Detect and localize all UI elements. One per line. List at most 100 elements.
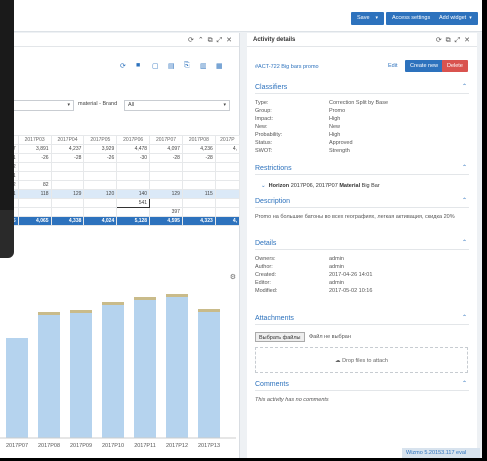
add-widget-button[interactable]: Add widget ▾: [433, 12, 478, 25]
table-row[interactable]: 92: [0, 162, 241, 172]
column-header[interactable]: 2017P: [214, 135, 241, 145]
table-cell[interactable]: [50, 162, 85, 172]
classifiers-section[interactable]: Classifiers ⌃: [255, 82, 469, 94]
panel-controls[interactable]: ⟳ ⧉ ⤢ ✕: [436, 36, 471, 45]
bar[interactable]: [198, 309, 220, 312]
table-cell[interactable]: [149, 162, 183, 172]
table-row[interactable]: 131118129120140129115: [0, 189, 241, 199]
table-cell[interactable]: [181, 198, 216, 208]
choose-file-button[interactable]: Выбрать файлы: [255, 332, 305, 342]
table-cell[interactable]: [149, 198, 183, 208]
square-icon[interactable]: ■: [136, 62, 140, 69]
chevron-up-icon[interactable]: ⌃: [462, 380, 467, 387]
bar[interactable]: [70, 310, 92, 313]
table-cell[interactable]: [83, 180, 118, 190]
chevron-up-icon[interactable]: ⌃: [462, 314, 467, 321]
table-cell[interactable]: [214, 162, 241, 172]
chevron-down-icon[interactable]: ▾: [376, 15, 379, 21]
column-header[interactable]: 2017P08: [181, 135, 216, 145]
table-cell[interactable]: [83, 171, 118, 181]
chevron-up-icon[interactable]: ⌃: [462, 83, 467, 90]
bar[interactable]: [38, 312, 60, 315]
bar[interactable]: [70, 313, 92, 438]
table-cell[interactable]: [214, 198, 241, 208]
edit-button[interactable]: Edit: [383, 60, 402, 72]
access-settings-button[interactable]: Access settings: [386, 12, 437, 25]
table-cell[interactable]: 118: [17, 189, 52, 199]
refresh-icon[interactable]: ⟳: [120, 62, 126, 70]
chevron-up-icon[interactable]: ⌃: [462, 197, 467, 204]
table-row[interactable]: -31-26-28-26-30-28-28: [0, 153, 241, 163]
table-cell[interactable]: -26: [17, 153, 52, 163]
table-cell[interactable]: [17, 171, 52, 181]
table-cell[interactable]: [149, 171, 183, 181]
column-header[interactable]: 2017P05: [83, 135, 118, 145]
bar[interactable]: [102, 305, 124, 438]
column-header[interactable]: 2017P07: [149, 135, 183, 145]
chart-icon[interactable]: ▥: [200, 62, 207, 70]
bar[interactable]: [6, 338, 28, 438]
copy-icon[interactable]: ▢: [152, 62, 159, 70]
table-cell[interactable]: 4,: [214, 144, 241, 154]
column-header[interactable]: 2017P04: [50, 135, 85, 145]
table-cell[interactable]: 3,929: [83, 144, 118, 154]
grid-icon[interactable]: ▦: [216, 62, 223, 70]
bar[interactable]: [166, 297, 188, 438]
bar[interactable]: [38, 315, 60, 438]
table-cell[interactable]: 4,236: [181, 144, 216, 154]
table-row[interactable]: 3673,8914,2373,9294,4784,0974,2364,: [0, 144, 241, 154]
table-cell[interactable]: 4,237: [50, 144, 85, 154]
table-cell[interactable]: 115: [181, 189, 216, 199]
bar[interactable]: [134, 297, 156, 300]
table-cell[interactable]: 140: [116, 189, 151, 199]
table-cell[interactable]: 4,478: [116, 144, 151, 154]
document-icon[interactable]: ▤: [168, 62, 175, 70]
table-cell[interactable]: -28: [50, 153, 85, 163]
comments-section[interactable]: Comments ⌃: [255, 379, 469, 391]
table-cell[interactable]: [181, 171, 216, 181]
bar[interactable]: [102, 302, 124, 305]
settings-icon[interactable]: ⚙: [230, 273, 236, 281]
table-cell[interactable]: 541: [116, 198, 151, 208]
table-row[interactable]: 541: [0, 198, 241, 208]
table-cell[interactable]: 397: [149, 207, 183, 217]
save-button[interactable]: Save ▾: [351, 12, 385, 25]
table-cell[interactable]: [149, 180, 183, 190]
attachments-section[interactable]: Attachments ⌃: [255, 313, 469, 325]
chevron-up-icon[interactable]: ⌃: [462, 239, 467, 246]
table-cell[interactable]: [181, 180, 216, 190]
panel-controls[interactable]: ⟳ ⌃ ⧉ ⤢ ✕: [188, 36, 233, 45]
column-header[interactable]: 2017P06: [116, 135, 151, 145]
details-section[interactable]: Details ⌃: [255, 238, 469, 250]
filter-material-select[interactable]: All ▾: [124, 100, 230, 111]
table-cell[interactable]: -28: [181, 153, 216, 163]
table-row[interactable]: 8282: [0, 180, 241, 190]
create-new-button[interactable]: Create new: [405, 60, 444, 72]
table-cell[interactable]: [214, 189, 241, 199]
table-cell[interactable]: [50, 198, 85, 208]
table-cell[interactable]: -28: [149, 153, 183, 163]
table-cell[interactable]: [83, 198, 118, 208]
table-cell[interactable]: [181, 207, 216, 217]
chevron-up-icon[interactable]: ⌃: [462, 164, 467, 171]
drop-zone[interactable]: ☁ Drop files to attach: [255, 347, 468, 373]
table-cell[interactable]: [83, 162, 118, 172]
table-cell[interactable]: 4,097: [149, 144, 183, 154]
table-cell[interactable]: [116, 171, 151, 181]
table-cell[interactable]: 129: [50, 189, 85, 199]
table-cell[interactable]: -26: [83, 153, 118, 163]
table-cell[interactable]: [214, 207, 241, 217]
table-cell[interactable]: [181, 162, 216, 172]
table-cell[interactable]: -30: [116, 153, 151, 163]
table-cell[interactable]: [214, 153, 241, 163]
table-cell[interactable]: [116, 180, 151, 190]
table-cell[interactable]: [214, 171, 241, 181]
table-cell[interactable]: [50, 207, 85, 217]
table-cell[interactable]: [116, 162, 151, 172]
table-cell[interactable]: 82: [17, 180, 52, 190]
bar[interactable]: [198, 312, 220, 438]
table-cell[interactable]: [17, 198, 52, 208]
table-cell[interactable]: 129: [149, 189, 183, 199]
bar[interactable]: [166, 294, 188, 297]
description-section[interactable]: Description ⌃: [255, 196, 469, 208]
